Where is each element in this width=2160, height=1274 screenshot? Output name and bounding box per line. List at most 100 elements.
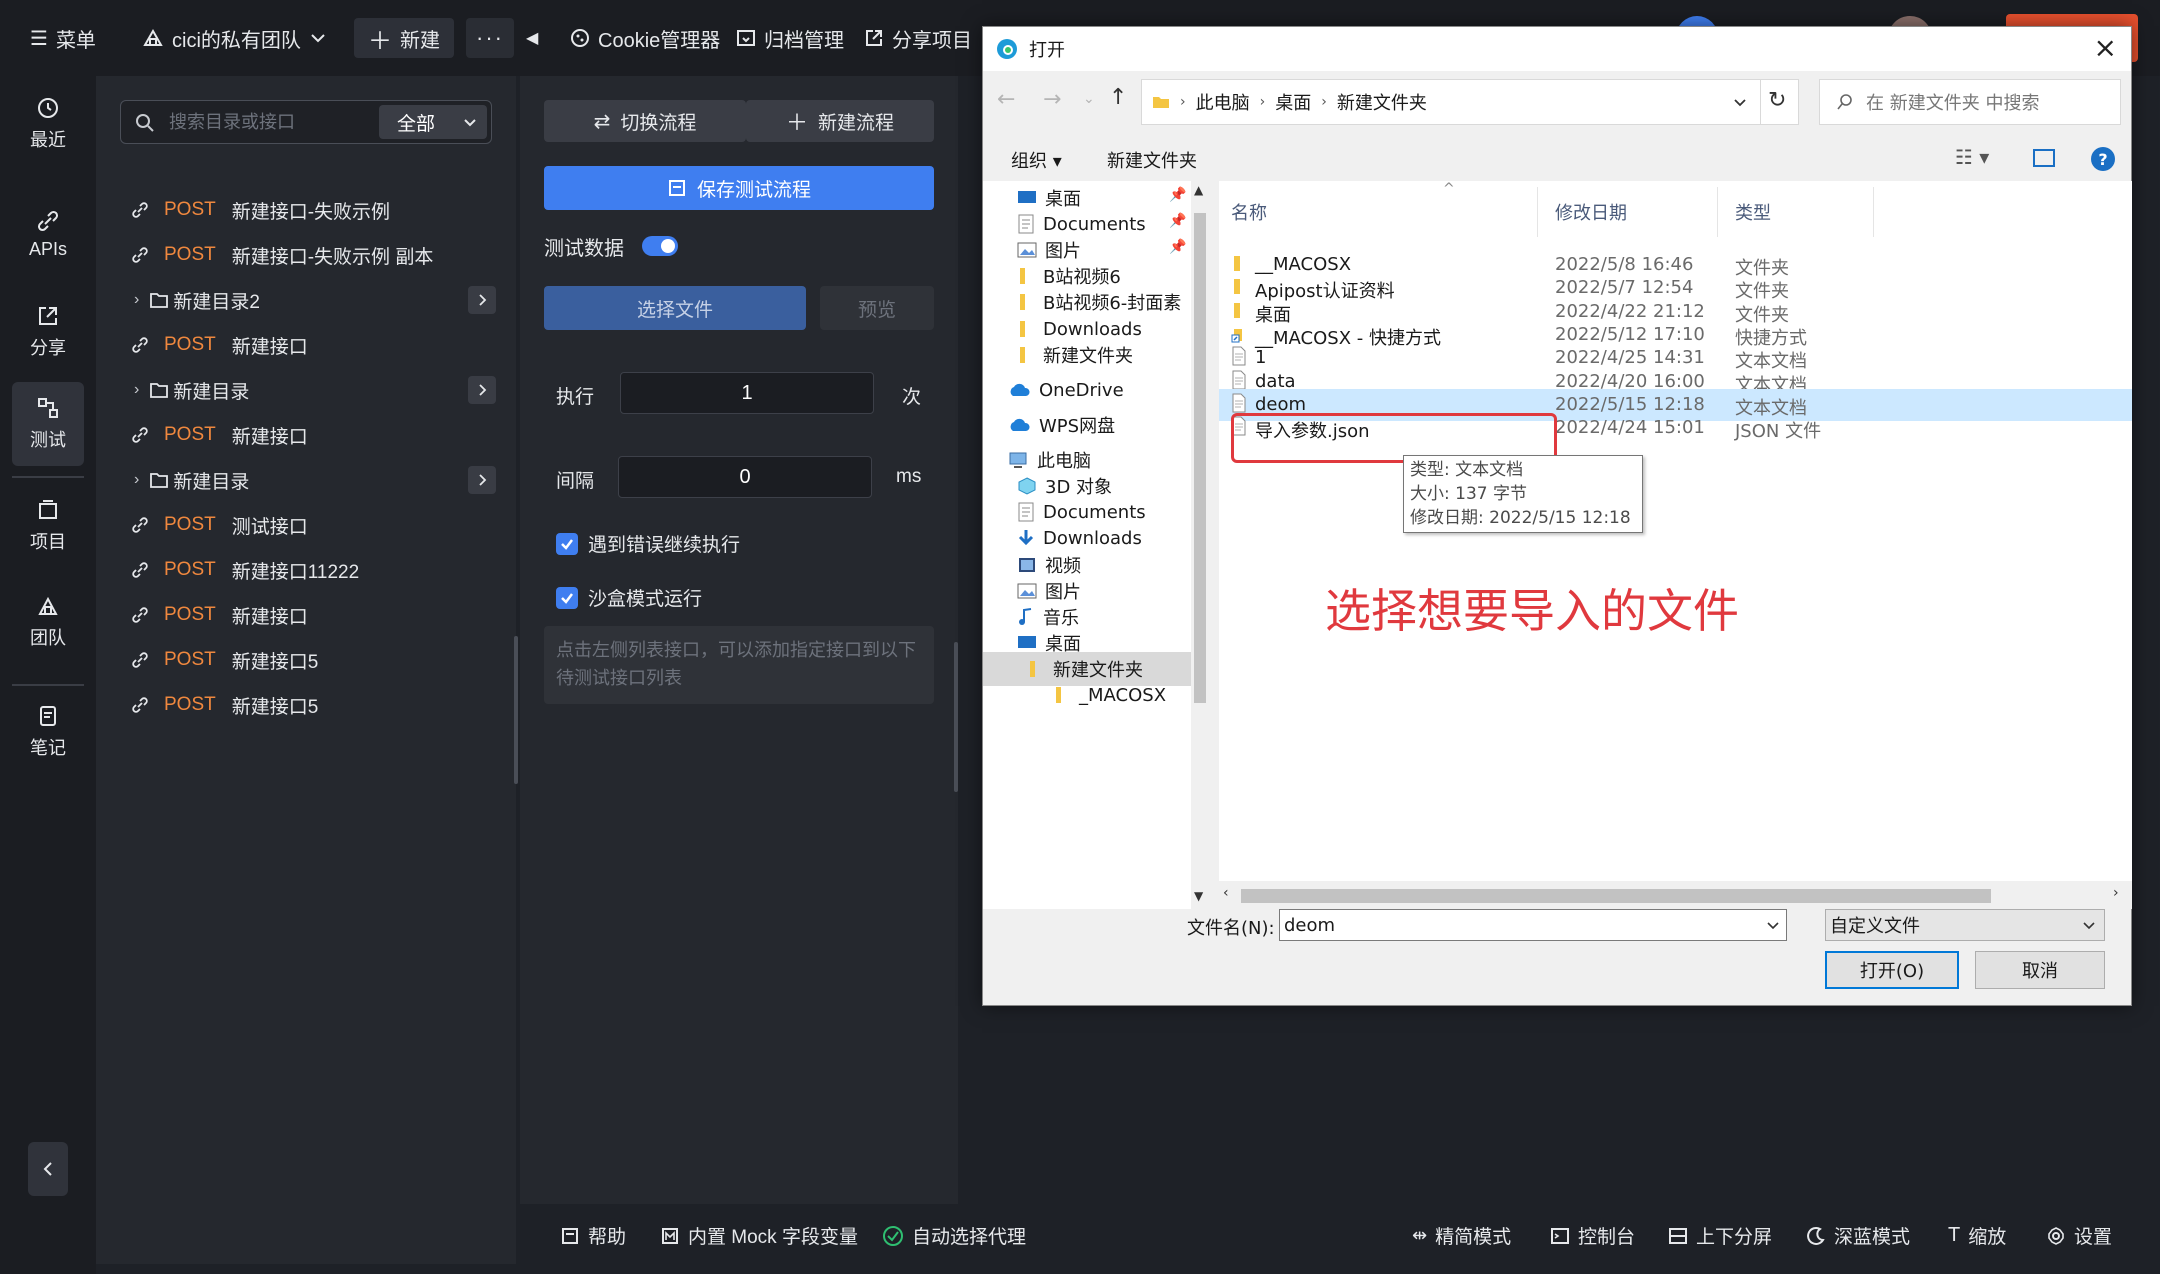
help-button[interactable]: 帮助 bbox=[560, 1222, 626, 1249]
mock-variables-button[interactable]: 内置 Mock 字段变量 bbox=[660, 1222, 858, 1249]
interval-input[interactable] bbox=[618, 456, 872, 498]
expand-folder-button[interactable] bbox=[468, 286, 496, 314]
help-icon[interactable]: ? bbox=[2091, 147, 2115, 171]
exec-count-input[interactable] bbox=[620, 372, 874, 414]
tree-filter-select[interactable]: 全部 bbox=[379, 105, 487, 139]
close-icon[interactable]: × bbox=[2094, 31, 2117, 64]
column-date[interactable]: 修改日期 bbox=[1555, 199, 1627, 225]
open-button[interactable]: 打开(O) bbox=[1825, 951, 1959, 989]
column-name[interactable]: 名称 bbox=[1231, 199, 1267, 225]
tree-api-item[interactable]: POST 新建接口 bbox=[130, 415, 500, 455]
new-button[interactable]: ＋ 新建 bbox=[354, 18, 454, 58]
cancel-button[interactable]: 取消 bbox=[1975, 951, 2105, 989]
choose-file-button[interactable]: 选择文件 bbox=[544, 286, 806, 330]
tree-api-item[interactable]: POST 新建接口-失败示例 bbox=[130, 190, 500, 230]
nav-pane-scrollbar[interactable]: ▲ ▼ bbox=[1191, 181, 1209, 909]
scroll-thumb[interactable] bbox=[1194, 213, 1206, 703]
simple-mode-button[interactable]: ⇹ 精简模式 bbox=[1412, 1222, 1511, 1249]
pin-icon: 📌 bbox=[1169, 239, 1187, 255]
test-data-toggle[interactable] bbox=[642, 236, 678, 256]
nav-notes[interactable]: 笔记 bbox=[12, 690, 84, 774]
chevron-down-icon[interactable] bbox=[1732, 94, 1748, 110]
filetype-select[interactable]: 自定义文件 bbox=[1825, 909, 2105, 941]
tree-api-item[interactable]: POST 新建接口5 bbox=[130, 685, 500, 725]
tree-api-item[interactable]: POST 新建接口 bbox=[130, 595, 500, 635]
tree-api-item[interactable]: POST 测试接口 bbox=[130, 505, 500, 545]
cloud-icon bbox=[1007, 382, 1031, 398]
preview-pane-icon[interactable] bbox=[2033, 149, 2055, 167]
column-type[interactable]: 类型 bbox=[1735, 199, 1771, 225]
organize-menu[interactable]: 组织 ▾ bbox=[1011, 147, 1062, 173]
panel-resize-handle[interactable] bbox=[954, 642, 958, 792]
share-project-button[interactable]: 分享项目 bbox=[864, 18, 972, 58]
view-options-icon[interactable]: ☷ ▾ bbox=[1955, 145, 1989, 169]
scroll-left-icon[interactable]: ‹ bbox=[1223, 885, 1229, 901]
auto-proxy-button[interactable]: 自动选择代理 bbox=[882, 1222, 1026, 1249]
continue-on-error-checkbox[interactable]: 遇到错误继续执行 bbox=[556, 530, 740, 557]
panel-resize-handle[interactable] bbox=[514, 636, 518, 784]
nav-projects[interactable]: 项目 bbox=[12, 484, 84, 568]
pin-icon: 📌 bbox=[1169, 213, 1187, 229]
nav-team[interactable]: 团队 bbox=[12, 580, 84, 664]
nav-pane-item[interactable]: WPS网盘 bbox=[983, 408, 1191, 442]
method-badge: POST bbox=[164, 604, 216, 625]
nav-recent[interactable]: 最近 bbox=[12, 82, 84, 166]
breadcrumb-new-folder[interactable]: 新建文件夹 bbox=[1337, 89, 1427, 115]
filename-input[interactable] bbox=[1279, 909, 1787, 941]
archive-button[interactable]: 归档管理 bbox=[736, 18, 844, 58]
breadcrumb-desktop[interactable]: 桌面 bbox=[1275, 89, 1311, 115]
switch-flow-button[interactable]: ⇄ 切换流程 bbox=[544, 100, 746, 142]
sandbox-checkbox[interactable]: 沙盒模式运行 bbox=[556, 584, 702, 611]
scroll-thumb[interactable] bbox=[1241, 889, 1991, 903]
new-folder-button[interactable]: 新建文件夹 bbox=[1107, 147, 1197, 173]
team-icon bbox=[143, 28, 163, 46]
cookie-manager-button[interactable]: Cookie管理器 bbox=[570, 18, 720, 58]
pending-api-list-hint: 点击左侧列表接口，可以添加指定接口到以下待测试接口列表 bbox=[544, 626, 934, 704]
address-bar[interactable]: › 此电脑 › 桌面 › 新建文件夹 ↻ bbox=[1141, 79, 1799, 125]
expand-folder-button[interactable] bbox=[468, 376, 496, 404]
zoom-button[interactable]: T 缩放 bbox=[1948, 1222, 2006, 1249]
nav-pane-item[interactable]: 新建文件夹 bbox=[983, 338, 1191, 372]
back-arrow-icon[interactable]: ← bbox=[997, 87, 1015, 112]
text-icon bbox=[1231, 370, 1247, 390]
new-flow-button[interactable]: ＋ 新建流程 bbox=[746, 100, 934, 142]
collapse-sidebar-button[interactable] bbox=[28, 1142, 68, 1196]
tree-folder[interactable]: › 新建目录2 bbox=[130, 280, 500, 320]
tree-folder[interactable]: › 新建目录 bbox=[130, 460, 500, 500]
forward-arrow-icon[interactable]: → bbox=[1043, 87, 1061, 112]
preview-button[interactable]: 预览 bbox=[820, 286, 934, 330]
team-selector[interactable]: cici的私有团队 bbox=[142, 18, 327, 58]
chevron-down-icon[interactable] bbox=[1766, 918, 1780, 932]
tree-api-item[interactable]: POST 新建接口-失败示例 副本 bbox=[130, 235, 500, 275]
tree-api-item[interactable]: POST 新建接口11222 bbox=[130, 550, 500, 590]
menu-button[interactable]: ☰ 菜单 bbox=[30, 18, 96, 58]
tree-search-input[interactable] bbox=[169, 109, 369, 135]
nav-pane-item[interactable]: _MACOSX bbox=[983, 678, 1191, 712]
nav-share[interactable]: 分享 bbox=[12, 290, 84, 374]
dark-mode-button[interactable]: 深蓝模式 bbox=[1806, 1222, 1910, 1249]
scroll-left-button[interactable]: ◀ bbox=[526, 18, 538, 58]
share-icon bbox=[866, 30, 882, 46]
scroll-up-icon[interactable]: ▲ bbox=[1194, 183, 1203, 197]
settings-button[interactable]: 设置 bbox=[2046, 1222, 2112, 1249]
up-arrow-icon[interactable]: ↑ bbox=[1109, 85, 1127, 110]
history-dropdown-icon[interactable]: ⌄ bbox=[1083, 91, 1095, 107]
tree-folder[interactable]: › 新建目录 bbox=[130, 370, 500, 410]
breadcrumb-pc[interactable]: 此电脑 bbox=[1196, 89, 1250, 115]
interval-label: 间隔 bbox=[556, 471, 595, 492]
tree-api-item[interactable]: POST 新建接口5 bbox=[130, 640, 500, 680]
expand-folder-button[interactable] bbox=[468, 466, 496, 494]
refresh-icon[interactable]: ↻ bbox=[1768, 88, 1786, 113]
scroll-right-icon[interactable]: › bbox=[2113, 885, 2119, 901]
more-button[interactable]: ··· bbox=[466, 18, 514, 58]
console-button[interactable]: 控制台 bbox=[1550, 1222, 1635, 1249]
dialog-search[interactable]: 在 新建文件夹 中搜索 bbox=[1819, 79, 2121, 125]
nav-apis[interactable]: APIs bbox=[12, 192, 84, 276]
split-view-button[interactable]: 上下分屏 bbox=[1668, 1222, 1772, 1249]
nav-pane-item[interactable]: OneDrive bbox=[983, 373, 1191, 407]
tree-api-item[interactable]: POST 新建接口 bbox=[130, 325, 500, 365]
save-flow-button[interactable]: 保存测试流程 bbox=[544, 166, 934, 210]
horizontal-scrollbar[interactable]: ‹ › bbox=[1219, 881, 2132, 909]
scroll-down-icon[interactable]: ▼ bbox=[1194, 889, 1203, 903]
nav-test[interactable]: 测试 bbox=[12, 382, 84, 466]
